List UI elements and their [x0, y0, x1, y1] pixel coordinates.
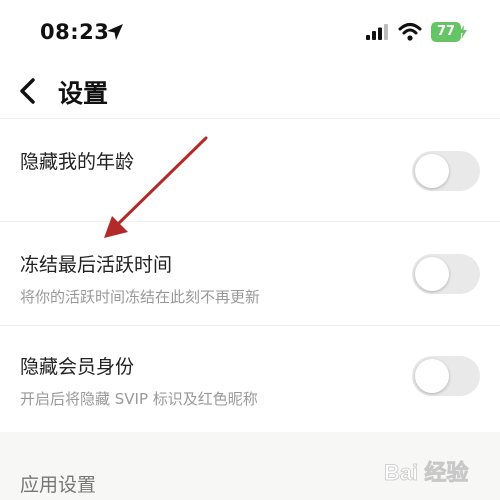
hide-age-toggle[interactable] [412, 151, 480, 191]
setting-description: 将你的活跃时间冻结在此刻不再更新 [20, 288, 261, 306]
toggle-knob [415, 257, 449, 291]
setting-freeze-last-active: 冻结最后活跃时间 将你的活跃时间冻结在此刻不再更新 [0, 222, 500, 325]
setting-title: 隐藏我的年龄 [20, 151, 135, 173]
signal-icon [366, 24, 388, 40]
setting-title: 隐藏会员身份 [20, 356, 135, 378]
wifi-icon [398, 23, 422, 41]
nav-bar: 设置 [0, 66, 500, 116]
watermark-text: Bai 经验 [384, 460, 468, 485]
page-title: 设置 [58, 79, 109, 108]
section-title: 应用设置 [20, 474, 97, 496]
baidu-paw-logo-icon: Bai 经验 [384, 460, 469, 486]
location-arrow-icon [107, 24, 123, 40]
battery-level: 77 [436, 24, 456, 39]
chevron-left-icon[interactable] [16, 76, 40, 106]
toggle-knob [415, 154, 449, 188]
baidu-jingyan-watermark: Bai 经验 [384, 452, 494, 492]
charging-bolt-icon [459, 25, 467, 39]
freeze-last-active-toggle[interactable] [412, 254, 480, 294]
hide-membership-toggle[interactable] [412, 356, 480, 396]
status-time: 08:23 [40, 20, 110, 44]
toggle-knob [415, 359, 449, 393]
setting-hide-membership: 隐藏会员身份 开启后将隐藏 SVIP 标识及红色昵称 [0, 326, 500, 430]
setting-hide-age: 隐藏我的年龄 [0, 119, 500, 221]
battery-icon: 77 [431, 22, 461, 42]
setting-description: 开启后将隐藏 SVIP 标识及红色昵称 [20, 390, 258, 408]
status-bar: 08:23 77 [0, 0, 500, 66]
setting-title: 冻结最后活跃时间 [20, 254, 173, 276]
